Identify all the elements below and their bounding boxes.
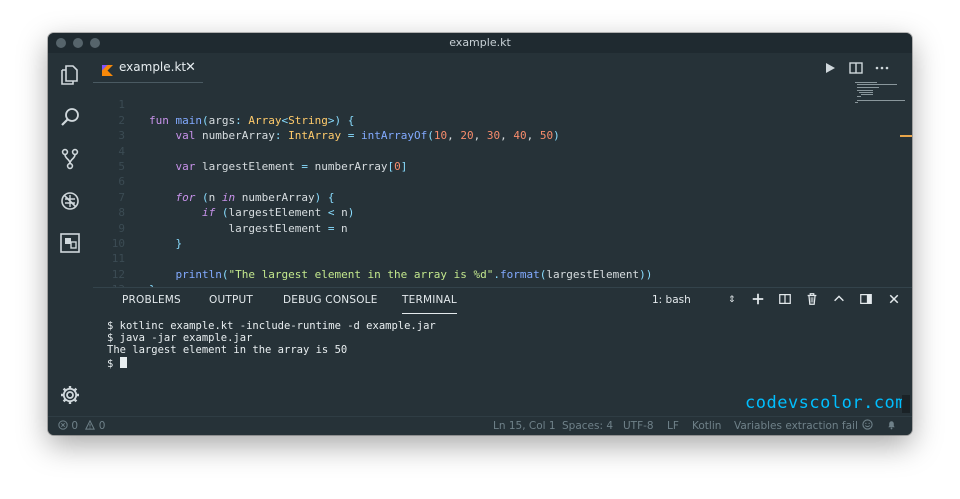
terminal-cursor (119, 356, 127, 368)
terminal-line: $ kotlinc example.kt -include-runtime -d… (107, 320, 436, 332)
split-editor-icon[interactable] (848, 60, 864, 76)
kotlin-file-icon (102, 61, 113, 76)
gear-icon[interactable] (58, 383, 82, 407)
run-icon[interactable] (822, 60, 838, 76)
watermark: codevscolor.com (745, 393, 907, 413)
cursor-position[interactable]: Ln 15, Col 1 (493, 417, 556, 435)
code-line: 6 for (n in numberArray) { (118, 175, 335, 204)
terminal-prompt-line: $ (107, 356, 436, 370)
bell-icon[interactable] (886, 417, 897, 435)
more-actions-icon[interactable] (874, 60, 890, 76)
activity-bar (48, 53, 93, 416)
split-terminal-icon[interactable] (777, 288, 793, 313)
terminal-line: The largest element in the array is 50 (107, 344, 348, 357)
tab-output[interactable]: OUTPUT (209, 288, 253, 313)
code-line: 10 (111, 237, 125, 250)
close-tab-icon[interactable]: ✕ (185, 53, 196, 82)
tab-label: example.kt (119, 60, 187, 74)
status-message: Variables extraction fail (734, 420, 858, 432)
source-control-icon[interactable] (58, 147, 82, 171)
feedback-smiley-icon[interactable] (862, 417, 873, 435)
encoding[interactable]: UTF-8 (623, 417, 654, 435)
close-panel-icon[interactable] (886, 288, 902, 313)
terminal-select-value: 1: bash (652, 294, 691, 306)
search-icon[interactable] (58, 105, 82, 129)
tab-example-kt[interactable]: example.kt ✕ (93, 53, 203, 83)
code-line: 1 fun main(args: Array<String>) { (118, 98, 355, 127)
terminal-select[interactable]: 1: bash ⇕ (652, 288, 737, 313)
files-icon[interactable] (58, 63, 82, 87)
error-icon (58, 420, 68, 430)
extensions-icon[interactable] (58, 231, 82, 255)
code-line: 7 if (largestElement < n) (118, 190, 355, 220)
terminal-output[interactable]: $ kotlinc example.kt -include-runtime -d… (107, 320, 436, 370)
vscode-window: example.kt example.kt ✕ 1 fun main(args:… (48, 33, 912, 435)
code-line: 5 (118, 160, 125, 173)
error-count: 0 (71, 420, 79, 432)
code-line: 8 largestElement = n (118, 206, 348, 235)
warning-count: 0 (98, 420, 106, 432)
terminal-prompt: $ (107, 357, 120, 370)
code-line: 4 var largestElement = numberArray[0] (118, 144, 408, 173)
code-line: 13 (93, 267, 793, 296)
code-line: 9 } (118, 221, 183, 250)
trash-icon[interactable] (804, 288, 820, 313)
indentation[interactable]: Spaces: 4 (562, 417, 613, 435)
window-title: example.kt (449, 36, 511, 49)
editor-tabs: example.kt ✕ (93, 53, 912, 83)
code-line: 12 } (93, 251, 793, 296)
chevron-up-icon[interactable] (831, 288, 847, 313)
tab-terminal[interactable]: TERMINAL (402, 288, 457, 314)
line-ending[interactable]: LF (667, 417, 679, 435)
minimap[interactable] (855, 82, 912, 122)
code-line: 3 (118, 129, 125, 143)
problems-indicator[interactable]: 0 0 (58, 417, 105, 435)
terminal-line: $ java -jar example.jar (107, 332, 253, 345)
language-mode[interactable]: Kotlin (692, 417, 721, 435)
editor-actions (822, 53, 912, 82)
warning-icon (85, 419, 96, 430)
scroll-position-marker (900, 135, 912, 137)
toggle-panel-icon[interactable] (858, 288, 874, 313)
status-bar: 0 0 Ln 15, Col 1 Spaces: 4 UTF-8 LF Kotl… (48, 416, 912, 435)
new-terminal-icon[interactable] (750, 288, 766, 313)
code-line: 2 val numberArray: IntArray = intArrayOf… (118, 113, 560, 143)
terminal-scrollbar[interactable] (902, 395, 910, 413)
select-arrows-icon: ⇕ (728, 295, 736, 305)
tab-problems[interactable]: PROBLEMS (122, 288, 181, 313)
debug-icon[interactable] (58, 189, 82, 213)
code-line: 11 println("The largest element in the a… (111, 252, 653, 281)
tab-debug-console[interactable]: DEBUG CONSOLE (283, 288, 378, 313)
title-bar: example.kt (48, 33, 912, 53)
code-editor[interactable]: 1 fun main(args: Array<String>) { 2 val … (93, 82, 912, 296)
